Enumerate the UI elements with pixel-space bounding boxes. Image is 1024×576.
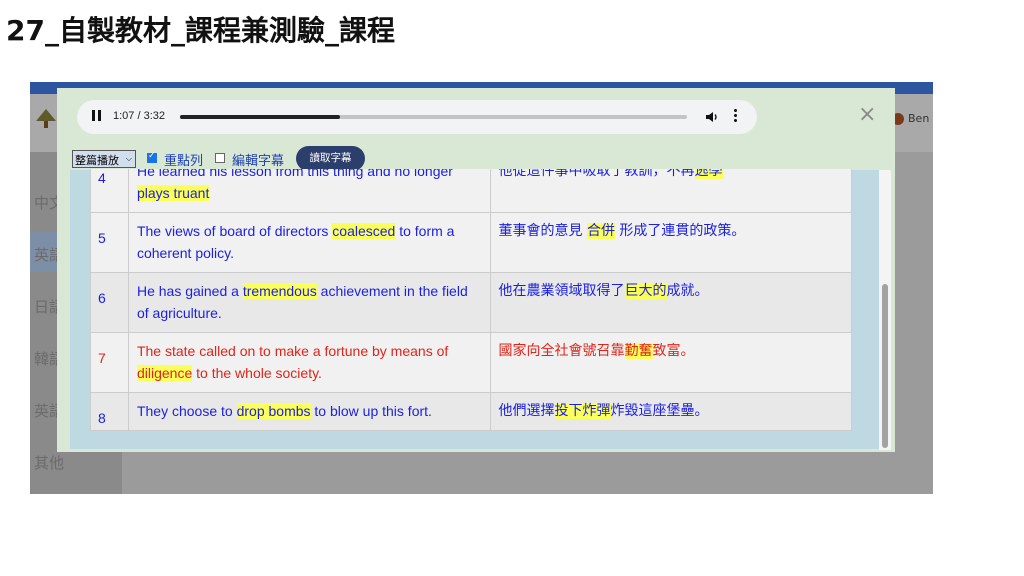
- row-number: 7: [90, 332, 129, 393]
- highlighted-term: 投下炸彈: [554, 403, 611, 419]
- sentence-text: 形成了連貫的政策。: [614, 223, 746, 239]
- row-number: 5: [90, 212, 129, 273]
- table-row[interactable]: 4 He learned his lesson from this thing a…: [90, 169, 852, 213]
- highlighted-term: plays truant: [136, 185, 210, 201]
- table-row[interactable]: 7 The state called on to make a fortune b…: [90, 332, 852, 393]
- highlighted-term: 合併: [586, 223, 615, 239]
- row-number: 4: [90, 169, 129, 213]
- highlighted-term: diligence: [136, 365, 193, 381]
- repeat-label: 重點列: [164, 154, 204, 169]
- scrollbar-thumb[interactable]: [882, 284, 888, 448]
- repeat-checkbox[interactable]: [147, 151, 157, 163]
- sentence-text: 他們選擇: [498, 403, 555, 419]
- sentence-text: 國家向全社會號召靠: [498, 343, 625, 359]
- audio-time: 1:07 / 3:32: [113, 110, 165, 122]
- chinese-sentence: 他從這件事中吸取了教訓，不再逃學: [489, 169, 852, 213]
- highlighted-term: coalesced: [332, 223, 396, 239]
- sentence-text: They choose to: [136, 403, 237, 419]
- table-viewport: 4 He learned his lesson from this thing a…: [90, 169, 852, 437]
- table-row[interactable]: 8 They choose to drop bombs to blow up th…: [90, 392, 852, 431]
- playback-mode-value: 整篇播放: [75, 155, 119, 167]
- row-number: 8: [90, 392, 129, 431]
- sentence-text: The views of board of directors: [136, 223, 333, 239]
- sentence-text: He learned his lesson from this thing an…: [136, 169, 453, 179]
- slide-title: 27_自製教材_課程兼測驗_課程: [6, 14, 395, 47]
- sentence-text: He has gained a: [136, 283, 243, 299]
- english-sentence: He has gained a tremendous achievement i…: [127, 272, 491, 333]
- chevron-down-icon: ⌵: [125, 154, 132, 163]
- chinese-sentence: 他們選擇投下炸彈炸毀這座堡壘。: [489, 392, 852, 431]
- user-name[interactable]: Ben: [908, 112, 929, 125]
- english-sentence: The views of board of directors coalesce…: [127, 212, 491, 273]
- sidebar-item-other[interactable]: 其他: [34, 452, 64, 473]
- table-row[interactable]: 5 The views of board of directors coalesc…: [90, 212, 852, 273]
- subtitle-table: 4 He learned his lesson from this thing a…: [90, 169, 852, 431]
- volume-icon[interactable]: [705, 110, 719, 124]
- highlighted-term: tremendous: [242, 283, 317, 299]
- sentence-text: 他在農業領域取得了: [498, 283, 625, 299]
- sentence-text: The state called on to make a fortune by…: [136, 343, 449, 359]
- more-options-icon[interactable]: [733, 109, 739, 125]
- highlighted-term: 逃學: [694, 169, 723, 179]
- chinese-sentence: 董事會的意見 合併 形成了連貫的政策。: [489, 212, 852, 273]
- pause-icon[interactable]: [92, 110, 104, 124]
- close-button[interactable]: ×: [858, 102, 876, 127]
- highlighted-term: 巨大的: [624, 283, 667, 299]
- sentence-text: 成就。: [666, 283, 709, 299]
- sentence-text: to the whole society.: [192, 365, 322, 381]
- edit-subtitle-checkbox[interactable]: [215, 153, 225, 163]
- tree-logo-icon: [36, 109, 56, 128]
- highlighted-term: drop bombs: [236, 403, 311, 419]
- english-sentence: He learned his lesson from this thing an…: [127, 169, 491, 213]
- sentence-text: 致富。: [652, 343, 695, 359]
- playback-mode-select[interactable]: 整篇播放 ⌵: [72, 150, 136, 168]
- english-sentence: They choose to drop bombs to blow up thi…: [127, 392, 491, 431]
- row-number: 6: [90, 272, 129, 333]
- chinese-sentence: 國家向全社會號召靠勤奮致富。: [489, 332, 852, 393]
- audio-progress-fill: [180, 115, 341, 119]
- sentence-text: 炸毀這座堡壘。: [610, 403, 709, 419]
- english-sentence: The state called on to make a fortune by…: [127, 332, 491, 393]
- table-row[interactable]: 6 He has gained a tremendous achievement …: [90, 272, 852, 333]
- edit-subtitle-label: 編輯字幕: [232, 154, 285, 169]
- sentence-text: 董事會的意見: [498, 223, 587, 239]
- chinese-sentence: 他在農業領域取得了巨大的成就。: [489, 272, 852, 333]
- read-subtitles-button[interactable]: 讀取字幕: [296, 146, 365, 171]
- highlighted-term: 勤奮: [624, 343, 653, 359]
- audio-progress-bar[interactable]: [180, 115, 687, 119]
- sentence-text: to blow up this fort.: [310, 403, 432, 419]
- sentence-text: 他從這件事中吸取了教訓，不再: [498, 169, 695, 179]
